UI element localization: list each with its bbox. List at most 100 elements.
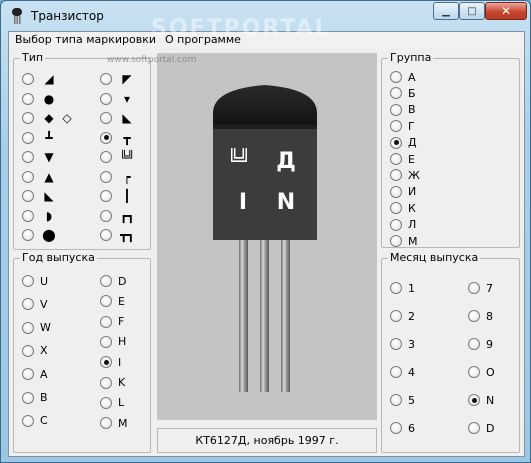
radio-button[interactable]	[468, 394, 480, 406]
close-button[interactable]: ✕	[485, 2, 527, 20]
type-option-5[interactable]: ▲	[22, 170, 56, 184]
radio-button[interactable]	[22, 92, 34, 105]
type-option-9[interactable]: ◤	[100, 72, 134, 86]
radio-button[interactable]	[100, 131, 112, 144]
radio-button[interactable]	[22, 190, 34, 202]
radio-button[interactable]	[390, 202, 402, 215]
year-option-A[interactable]: A	[22, 367, 48, 381]
radio-button[interactable]	[100, 275, 112, 287]
radio-button[interactable]	[22, 131, 34, 144]
radio-button[interactable]	[100, 376, 112, 389]
group-option-2[interactable]: В	[390, 103, 416, 117]
radio-button[interactable]	[100, 151, 112, 163]
radio-button[interactable]	[390, 185, 402, 198]
radio-button[interactable]	[390, 71, 402, 83]
year-option-B[interactable]: B	[22, 391, 48, 405]
radio-button[interactable]	[100, 170, 112, 183]
maximize-button[interactable]: □	[459, 2, 485, 20]
radio-button[interactable]	[100, 417, 112, 430]
radio-button[interactable]	[468, 310, 480, 322]
radio-button[interactable]	[100, 112, 112, 124]
group-option-7[interactable]: И	[390, 185, 416, 199]
year-option-M[interactable]: M	[100, 416, 128, 430]
radio-button[interactable]	[390, 282, 402, 294]
type-option-12[interactable]: ┳	[100, 131, 134, 145]
radio-button[interactable]	[100, 73, 112, 85]
year-option-F[interactable]: F	[100, 315, 124, 329]
radio-button[interactable]	[390, 338, 402, 350]
radio-button[interactable]	[22, 298, 34, 311]
radio-button[interactable]	[390, 394, 402, 406]
group-option-6[interactable]: Ж	[390, 168, 420, 182]
year-option-H[interactable]: H	[100, 335, 126, 349]
type-option-4[interactable]: ▼	[22, 150, 56, 164]
year-option-L[interactable]: L	[100, 396, 124, 410]
radio-button[interactable]	[22, 275, 34, 287]
type-option-11[interactable]: ◣	[100, 111, 134, 125]
radio-button[interactable]	[100, 190, 112, 202]
year-option-C[interactable]: C	[22, 414, 48, 428]
minimize-button[interactable]: ▁	[433, 2, 459, 20]
group-option-1[interactable]: Б	[390, 86, 416, 100]
year-option-U[interactable]: U	[22, 274, 48, 288]
type-option-16[interactable]: ┏┓	[100, 209, 134, 223]
type-option-13[interactable]: ╚╝	[100, 150, 134, 164]
type-option-10[interactable]: ▾	[100, 92, 134, 106]
month-option-1[interactable]: 1	[390, 281, 415, 295]
radio-button[interactable]	[100, 92, 112, 105]
radio-button[interactable]	[390, 422, 402, 434]
type-option-2[interactable]: ◆ ◇	[22, 111, 74, 125]
group-option-3[interactable]: Г	[390, 119, 415, 133]
radio-button[interactable]	[100, 335, 112, 348]
month-option-N[interactable]: N	[468, 393, 494, 407]
month-option-O[interactable]: O	[468, 365, 495, 379]
month-option-D[interactable]: D	[468, 421, 494, 435]
group-option-10[interactable]: М	[390, 234, 418, 248]
year-option-E[interactable]: E	[100, 294, 125, 308]
year-option-D[interactable]: D	[100, 274, 126, 288]
radio-button[interactable]	[22, 112, 34, 124]
radio-button[interactable]	[390, 235, 402, 247]
radio-button[interactable]	[468, 338, 480, 350]
radio-button[interactable]	[100, 209, 112, 222]
month-option-4[interactable]: 4	[390, 365, 415, 379]
radio-button[interactable]	[390, 120, 402, 133]
month-option-5[interactable]: 5	[390, 393, 415, 407]
group-option-5[interactable]: Е	[390, 152, 415, 166]
type-option-0[interactable]: ◢	[22, 72, 56, 86]
radio-button[interactable]	[22, 151, 34, 163]
year-option-X[interactable]: X	[22, 344, 48, 358]
year-option-W[interactable]: W	[22, 321, 51, 335]
type-option-8[interactable]: ⬤	[22, 228, 56, 242]
month-option-9[interactable]: 9	[468, 337, 493, 351]
radio-button[interactable]	[22, 170, 34, 183]
radio-button[interactable]	[100, 396, 112, 409]
radio-button[interactable]	[390, 136, 402, 149]
group-option-0[interactable]: А	[390, 70, 416, 84]
type-option-7[interactable]: ◗	[22, 209, 56, 223]
radio-button[interactable]	[22, 321, 34, 334]
month-option-7[interactable]: 7	[468, 281, 493, 295]
radio-button[interactable]	[468, 366, 480, 378]
radio-button[interactable]	[22, 391, 34, 404]
group-option-8[interactable]: К	[390, 201, 416, 215]
radio-button[interactable]	[100, 315, 112, 328]
radio-button[interactable]	[390, 310, 402, 322]
menu-marking-type[interactable]: Выбор типа маркировки	[15, 33, 156, 46]
radio-button[interactable]	[390, 218, 402, 231]
type-option-15[interactable]: ┃	[100, 189, 134, 203]
year-option-I[interactable]: I	[100, 355, 121, 369]
month-option-2[interactable]: 2	[390, 309, 415, 323]
type-option-1[interactable]: ●	[22, 92, 56, 106]
type-option-6[interactable]: ◣	[22, 189, 56, 203]
type-option-17[interactable]: ┳┓	[100, 228, 134, 242]
month-option-3[interactable]: 3	[390, 337, 415, 351]
month-option-8[interactable]: 8	[468, 309, 493, 323]
month-option-6[interactable]: 6	[390, 421, 415, 435]
year-option-V[interactable]: V	[22, 297, 48, 311]
year-option-K[interactable]: K	[100, 376, 125, 390]
group-option-4[interactable]: Д	[390, 136, 417, 150]
radio-button[interactable]	[100, 229, 112, 241]
type-option-3[interactable]: ┻	[22, 131, 56, 145]
radio-button[interactable]	[390, 169, 402, 182]
